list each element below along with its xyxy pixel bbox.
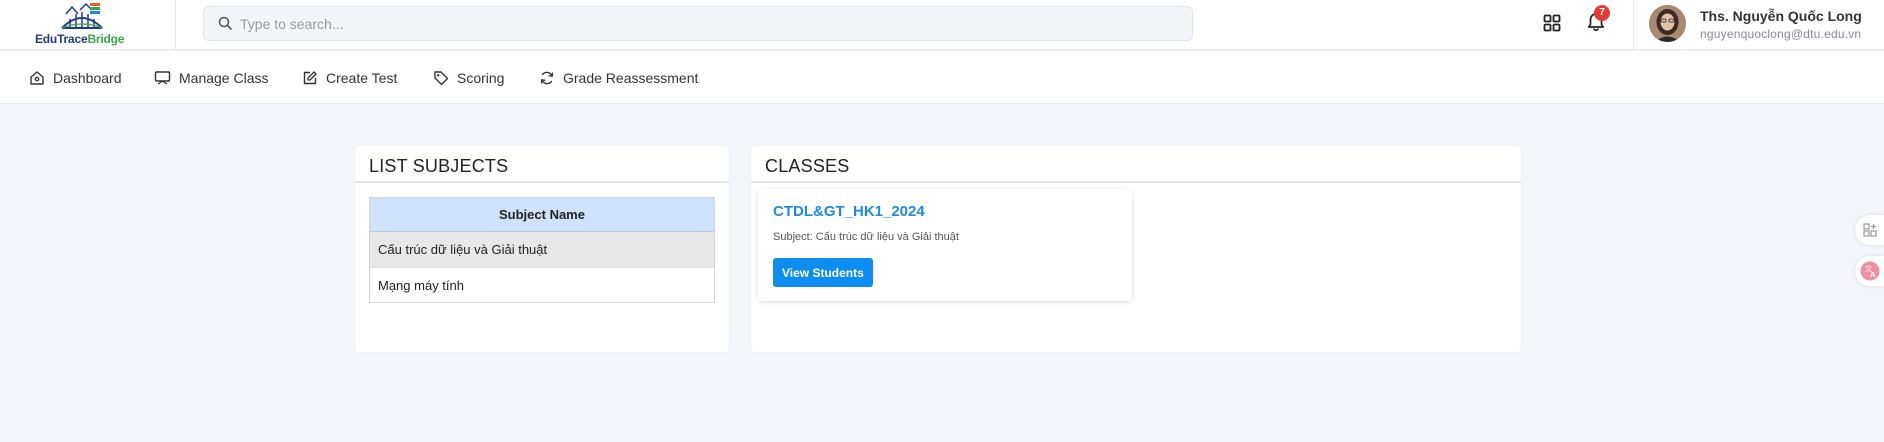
search-box[interactable]	[203, 6, 1193, 41]
subjects-table: Subject Name Cấu trúc dữ liệu và Giải th…	[369, 197, 715, 303]
logo-text: EduTraceBridge	[35, 32, 124, 46]
nav-dashboard[interactable]: Dashboard	[29, 51, 122, 104]
subject-row-selected[interactable]: Cấu trúc dữ liệu và Giải thuật	[370, 232, 714, 267]
notification-badge: 7	[1594, 5, 1610, 21]
header-divider	[175, 0, 176, 50]
view-students-button[interactable]: View Students	[773, 258, 873, 287]
bridge-logo-icon	[61, 2, 103, 29]
subject-row[interactable]: Mạng máy tính	[370, 267, 714, 302]
nav-manage-class[interactable]: Manage Class	[154, 51, 269, 104]
app-logo[interactable]: EduTraceBridge	[20, 2, 142, 46]
subjects-panel-title: LIST SUBJECTS	[369, 156, 509, 176]
class-name-link[interactable]: CTDL&GT_HK1_2024	[773, 203, 925, 220]
nav-manage-class-label: Manage Class	[179, 69, 269, 86]
translate-icon: 文 A	[1860, 261, 1880, 281]
subjects-panel-divider	[355, 181, 729, 183]
nav-create-test[interactable]: Create Test	[302, 51, 397, 104]
user-name[interactable]: Ths. Nguyễn Quốc Long	[1700, 8, 1862, 24]
logo-text-part-1: EduTrace	[35, 32, 88, 46]
classes-panel: CLASSES CTDL&GT_HK1_2024 Subject: Cấu tr…	[751, 146, 1521, 352]
search-input[interactable]	[240, 7, 1180, 40]
svg-text:A: A	[1870, 271, 1876, 279]
top-bar: EduTraceBridge 7 Ths. Nguyễn Quốc Long n…	[0, 0, 1884, 50]
classes-panel-divider	[751, 181, 1521, 183]
nav-create-test-label: Create Test	[326, 69, 398, 86]
add-widget-icon	[1863, 223, 1877, 237]
nav-scoring[interactable]: Scoring	[433, 51, 504, 104]
floating-widget-button[interactable]	[1855, 215, 1884, 245]
main-nav: Dashboard Manage Class Create Test Scori…	[0, 51, 1884, 104]
nav-grade-reassessment-label: Grade Reassessment	[563, 69, 699, 86]
nav-dashboard-label: Dashboard	[53, 69, 122, 86]
home-icon	[30, 70, 44, 85]
refresh-icon	[540, 71, 554, 84]
subjects-panel: LIST SUBJECTS Subject Name Cấu trúc dữ l…	[355, 146, 729, 352]
presentation-board-icon	[154, 70, 171, 85]
nav-grade-reassessment[interactable]: Grade Reassessment	[539, 51, 698, 104]
nav-scoring-label: Scoring	[457, 69, 505, 86]
grid-apps-icon[interactable]	[1543, 14, 1561, 32]
class-subject: Subject: Cấu trúc dữ liệu và Giải thuật	[773, 231, 959, 243]
edit-icon	[303, 70, 317, 84]
header-divider-user	[1633, 0, 1634, 50]
avatar[interactable]	[1649, 5, 1686, 42]
class-card: CTDL&GT_HK1_2024 Subject: Cấu trúc dữ li…	[758, 189, 1132, 301]
search-icon	[218, 16, 232, 30]
floating-translate-button[interactable]: 文 A	[1855, 256, 1884, 286]
subjects-column-header: Subject Name	[370, 198, 714, 232]
classes-panel-title: CLASSES	[765, 156, 850, 176]
tag-icon	[434, 70, 449, 85]
user-email: nguyenquoclong@dtu.edu.vn	[1700, 27, 1862, 41]
logo-text-part-2: Bridge	[87, 32, 125, 46]
